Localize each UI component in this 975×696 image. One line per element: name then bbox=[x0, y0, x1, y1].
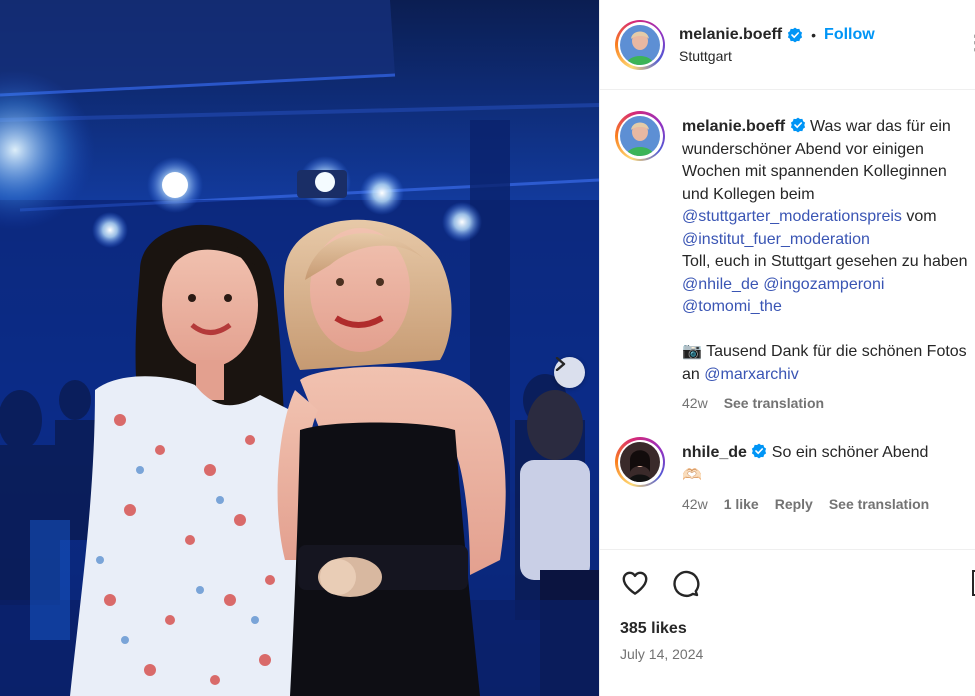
reply-button[interactable]: Reply bbox=[775, 493, 813, 516]
username[interactable]: melanie.boeff bbox=[679, 26, 782, 44]
mention-link[interactable]: @marxarchiv bbox=[704, 366, 798, 383]
comment-line: So ein schöner Abend bbox=[767, 444, 929, 461]
comment: nhile_de So ein schöner Abend 🫶🏻 42w 1 l… bbox=[615, 437, 975, 516]
mention-link[interactable]: @tomomi_the bbox=[682, 298, 782, 315]
heart-icon[interactable] bbox=[620, 568, 650, 598]
comment-emoji: 🫶🏻 bbox=[682, 466, 702, 484]
caption-text: melanie.boeff Was war das für ein wunder… bbox=[682, 116, 975, 415]
caption-author[interactable]: melanie.boeff bbox=[682, 118, 785, 135]
avatar-image bbox=[620, 442, 660, 482]
post-date[interactable]: July 14, 2024 bbox=[620, 646, 703, 662]
separator-dot: • bbox=[811, 26, 817, 43]
caption-meta: 42w See translation bbox=[682, 392, 975, 415]
follow-button[interactable]: Follow bbox=[824, 26, 875, 44]
caption-line: wunderschöner Abend vor einigen bbox=[682, 140, 924, 158]
avatar[interactable] bbox=[615, 19, 665, 70]
instagram-post: melanie.boeff • Follow Stuttgart ⋮ bbox=[0, 0, 975, 696]
comment-icon[interactable] bbox=[670, 568, 700, 598]
mention-link[interactable]: @ingozamperoni bbox=[763, 276, 884, 293]
verified-badge-icon bbox=[752, 443, 767, 459]
comment-age[interactable]: 42w bbox=[682, 493, 708, 516]
caption-avatar[interactable] bbox=[615, 111, 665, 161]
avatar-image bbox=[620, 116, 660, 156]
caption-line: 📷 Tausend Dank für die schönen Fotos bbox=[682, 343, 967, 360]
caption-line: vom bbox=[901, 208, 937, 225]
post-photo[interactable] bbox=[0, 0, 599, 696]
next-photo-button[interactable] bbox=[554, 357, 585, 388]
more-options-icon[interactable]: ⋮ bbox=[966, 30, 975, 55]
mention-link[interactable]: @stuttgarter_moderationspreis bbox=[682, 208, 902, 225]
comments-section: melanie.boeff Was war das für ein wunder… bbox=[600, 91, 975, 549]
post-header: melanie.boeff • Follow Stuttgart ⋮ bbox=[600, 0, 975, 90]
comment-avatar[interactable] bbox=[615, 437, 665, 487]
post-sidebar: melanie.boeff • Follow Stuttgart ⋮ bbox=[599, 0, 975, 696]
photo-illustration bbox=[0, 0, 599, 696]
caption-line: und Kollegen beim bbox=[682, 185, 815, 203]
divider bbox=[600, 549, 975, 550]
comment-meta: 42w 1 like Reply See translation bbox=[682, 493, 975, 516]
action-bar bbox=[620, 568, 700, 598]
verified-badge-icon bbox=[790, 117, 805, 133]
chevron-right-icon bbox=[555, 357, 566, 371]
mention-link[interactable]: @nhile_de bbox=[682, 276, 759, 293]
avatar-image bbox=[620, 24, 660, 65]
comment-text: nhile_de So ein schöner Abend 🫶🏻 42w 1 l… bbox=[682, 442, 975, 516]
caption-line: an bbox=[682, 365, 705, 383]
mention-link[interactable]: @institut_fuer_moderation bbox=[682, 231, 870, 248]
see-translation-button[interactable]: See translation bbox=[829, 493, 929, 516]
caption-line: Wochen mit spannenden Kolleginnen bbox=[682, 163, 947, 180]
caption-line: Was war das für ein bbox=[805, 118, 951, 135]
see-translation-button[interactable]: See translation bbox=[724, 392, 824, 415]
caption-line: Toll, euch in Stuttgart gesehen zu haben bbox=[682, 253, 968, 270]
comment-likes[interactable]: 1 like bbox=[724, 493, 759, 516]
location-link[interactable]: Stuttgart bbox=[679, 48, 875, 64]
caption-age[interactable]: 42w bbox=[682, 392, 708, 415]
like-count[interactable]: 385 likes bbox=[620, 620, 687, 638]
caption: melanie.boeff Was war das für ein wunder… bbox=[615, 111, 975, 415]
verified-badge-icon bbox=[788, 27, 803, 42]
comment-author[interactable]: nhile_de bbox=[682, 444, 747, 461]
